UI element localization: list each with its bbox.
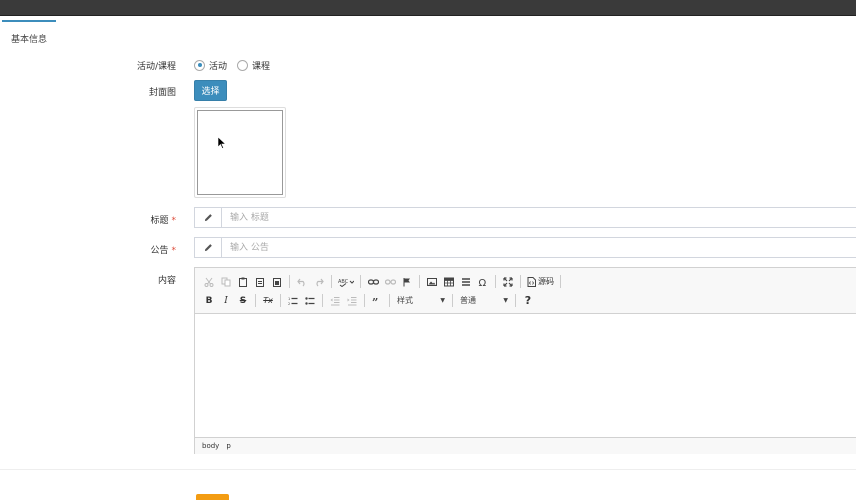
svg-text:”: ” xyxy=(372,296,378,306)
tab-basic-info[interactable]: 基本信息 xyxy=(2,20,56,54)
strike-button[interactable]: S xyxy=(235,293,251,309)
special-char-icon[interactable]: Ω xyxy=(475,274,491,290)
type-label: 活动/课程 xyxy=(136,62,176,72)
chevron-down-icon: ▼ xyxy=(503,297,508,304)
radio-course[interactable] xyxy=(237,59,249,71)
type-radio-group: 活动 课程 xyxy=(194,58,276,72)
cut-icon[interactable] xyxy=(201,274,217,290)
content-label: 内容 xyxy=(157,276,176,286)
svg-text:1: 1 xyxy=(288,297,290,301)
notice-label: 公告 * xyxy=(150,243,176,256)
svg-text:ABC: ABC xyxy=(338,279,349,285)
spellcheck-icon[interactable]: ABC xyxy=(336,274,356,290)
toolbar-separator xyxy=(322,294,323,307)
style-combo[interactable]: 样式 ▼ xyxy=(394,293,448,309)
toolbar-separator xyxy=(520,275,521,288)
toolbar-separator xyxy=(289,275,290,288)
top-bar xyxy=(0,0,856,16)
format-combo-label: 普通 xyxy=(460,296,476,305)
toolbar-separator xyxy=(495,275,496,288)
notice-input[interactable] xyxy=(222,238,856,257)
pencil-icon xyxy=(195,238,222,257)
toolbar-separator xyxy=(331,275,332,288)
toolbar-separator xyxy=(389,294,390,307)
title-input[interactable] xyxy=(222,208,856,227)
svg-text:Ω: Ω xyxy=(479,278,487,287)
notice-label-text: 公告 xyxy=(150,246,169,256)
paste-icon[interactable] xyxy=(235,274,251,290)
path-item-p[interactable]: p xyxy=(226,442,230,450)
notice-required-mark: * xyxy=(171,246,177,256)
radio-activity-label[interactable]: 活动 xyxy=(209,59,227,72)
paste-text-icon[interactable] xyxy=(252,274,268,290)
submit-button[interactable] xyxy=(196,494,229,500)
toolbar-separator xyxy=(364,294,365,307)
toolbar-row-2: B I S Tx 12 ” 样式 ▼ 普通 ▼ ? xyxy=(201,291,850,310)
horizontal-rule-icon[interactable] xyxy=(458,274,474,290)
cover-preview[interactable] xyxy=(194,107,286,198)
unlink-icon[interactable] xyxy=(382,274,398,290)
toolbar-separator xyxy=(360,275,361,288)
source-label: 源码 xyxy=(538,277,554,286)
title-label: 标题 * xyxy=(150,213,176,226)
remove-format-button[interactable]: Tx xyxy=(260,293,276,309)
svg-text:2: 2 xyxy=(288,302,290,306)
tab-bar: 基本信息 xyxy=(0,16,856,54)
redo-icon[interactable] xyxy=(311,274,327,290)
mouse-cursor-icon xyxy=(218,137,226,149)
form-divider xyxy=(0,469,856,470)
image-icon[interactable] xyxy=(424,274,440,290)
bulleted-list-icon[interactable] xyxy=(302,293,318,309)
blockquote-icon[interactable]: ” xyxy=(369,293,385,309)
select-cover-button[interactable]: 选择 xyxy=(194,80,227,101)
italic-button[interactable]: I xyxy=(218,293,234,309)
radio-course-label[interactable]: 课程 xyxy=(252,59,270,72)
cover-label: 封面图 xyxy=(148,88,176,98)
path-item-body[interactable]: body xyxy=(202,442,219,450)
chevron-down-icon: ▼ xyxy=(440,297,445,304)
link-icon[interactable] xyxy=(365,274,381,290)
toolbar-separator xyxy=(255,294,256,307)
paste-word-icon[interactable] xyxy=(269,274,285,290)
format-combo[interactable]: 普通 ▼ xyxy=(457,293,511,309)
title-required-mark: * xyxy=(171,216,177,226)
title-input-group xyxy=(194,207,856,228)
table-icon[interactable] xyxy=(441,274,457,290)
cover-image-frame xyxy=(197,110,283,195)
maximize-icon[interactable] xyxy=(500,274,516,290)
editor-path-bar: body p xyxy=(195,437,856,454)
title-label-text: 标题 xyxy=(150,216,169,226)
toolbar-separator xyxy=(280,294,281,307)
source-icon xyxy=(527,276,536,287)
style-combo-label: 样式 xyxy=(397,296,413,305)
undo-icon[interactable] xyxy=(294,274,310,290)
toolbar-separator xyxy=(560,275,561,288)
editor-content-area[interactable] xyxy=(195,314,856,437)
indent-icon[interactable] xyxy=(344,293,360,309)
anchor-flag-icon[interactable] xyxy=(399,274,415,290)
help-button[interactable]: ? xyxy=(520,293,536,309)
toolbar-separator xyxy=(515,294,516,307)
rich-text-editor: ABC Ω 源码 B I S Tx 1 2 ” 样式 ▼ 普通 ▼ ? body… xyxy=(194,267,856,454)
source-button[interactable]: 源码 xyxy=(525,274,556,290)
notice-input-group xyxy=(194,237,856,258)
outdent-icon[interactable] xyxy=(327,293,343,309)
editor-toolbar: ABC Ω 源码 B I S Tx 1 2 ” 样式 ▼ 普通 ▼ ? xyxy=(195,268,856,314)
numbered-list-icon[interactable]: 12 xyxy=(285,293,301,309)
pencil-icon xyxy=(195,208,222,227)
radio-activity[interactable] xyxy=(194,59,205,71)
toolbar-separator xyxy=(452,294,453,307)
toolbar-separator xyxy=(419,275,420,288)
copy-icon[interactable] xyxy=(218,274,234,290)
bold-button[interactable]: B xyxy=(201,293,217,309)
toolbar-row-1: ABC Ω 源码 xyxy=(201,272,850,291)
